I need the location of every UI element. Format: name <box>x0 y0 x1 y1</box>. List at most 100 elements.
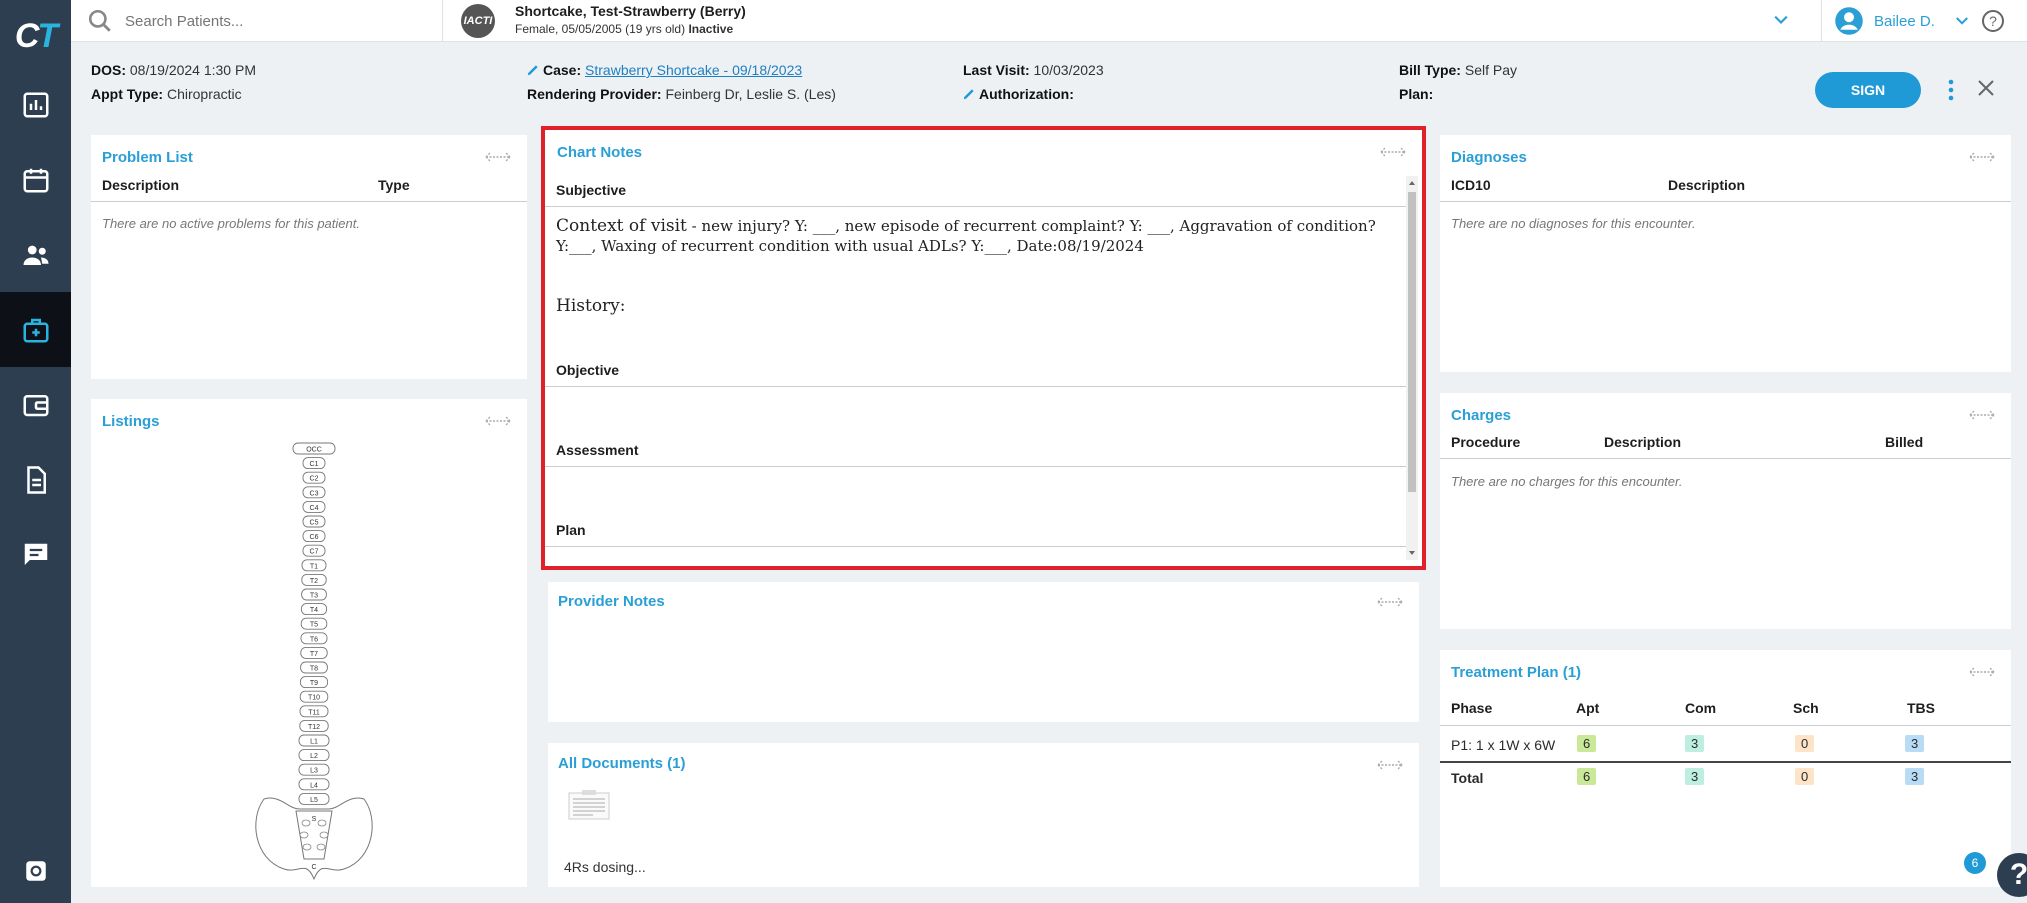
vertebra-label: C3 <box>310 490 319 497</box>
chart-notes-scrollbar[interactable] <box>1406 176 1418 560</box>
vertebra-t2[interactable]: T2 <box>301 573 327 586</box>
vertebra-l2[interactable]: L2 <box>298 749 330 762</box>
total-label: Total <box>1451 770 1484 786</box>
all-documents-panel: All Documents (1) 4Rs dosing... <box>548 743 1419 887</box>
vertebra-t10[interactable]: T10 <box>299 690 329 703</box>
col-billed[interactable]: Billed <box>1885 434 1923 450</box>
case-link[interactable]: Strawberry Shortcake - 09/18/2023 <box>585 62 802 78</box>
expand-icon[interactable] <box>1377 759 1403 771</box>
vertebra-c5[interactable]: C5 <box>302 515 326 528</box>
vertebra-t5[interactable]: T5 <box>300 617 328 630</box>
nav-billing[interactable] <box>0 367 71 442</box>
nav-encounter[interactable] <box>0 292 71 367</box>
context-label: Context of visit <box>556 216 687 236</box>
vertebra-t3[interactable]: T3 <box>301 588 327 601</box>
vertebra-l3[interactable]: L3 <box>298 763 330 776</box>
row-apt-badge: 6 <box>1577 735 1597 752</box>
scroll-up-icon[interactable] <box>1406 178 1418 188</box>
col-description[interactable]: Description <box>102 177 179 193</box>
vertebra-l4[interactable]: L4 <box>298 778 330 791</box>
more-vertical-icon[interactable] <box>1941 78 1961 102</box>
col-icd10[interactable]: ICD10 <box>1451 177 1491 193</box>
expand-icon[interactable] <box>1969 666 1995 678</box>
expand-icon[interactable] <box>485 151 511 163</box>
expand-icon[interactable] <box>1969 409 1995 421</box>
col-type[interactable]: Type <box>378 177 410 193</box>
vertebra-l1[interactable]: L1 <box>298 734 330 747</box>
vertebra-l5[interactable]: L5 <box>298 792 330 805</box>
vertebra-t12[interactable]: T12 <box>299 719 329 732</box>
sign-button[interactable]: SIGN <box>1815 72 1921 108</box>
patient-chevron-down-icon[interactable] <box>1771 10 1791 30</box>
vertebra-label: T4 <box>310 607 318 614</box>
calendar-icon <box>23 168 48 192</box>
nav-calendar[interactable] <box>0 142 71 217</box>
vertebra-c6[interactable]: C6 <box>302 530 326 543</box>
encounter-header: DOS: 08/19/2024 1:30 PM Appt Type: Chiro… <box>71 42 2027 118</box>
vertebra-t6[interactable]: T6 <box>300 632 328 645</box>
expand-icon[interactable] <box>1380 146 1406 158</box>
col-description[interactable]: Description <box>1604 434 1681 450</box>
vertebra-label: T2 <box>310 578 318 585</box>
search-input[interactable] <box>125 12 425 30</box>
listings-title: Listings <box>102 413 160 430</box>
vertebra-label: C7 <box>310 549 319 556</box>
patient-info: Female, 05/05/2005 (19 yrs old) Inactive <box>515 22 733 36</box>
document-thumbnail[interactable] <box>568 789 610 821</box>
help-bubble-button[interactable]: ? <box>1997 853 2027 897</box>
vertebra-label: OCC <box>306 447 322 454</box>
vertebra-label: T1 <box>310 563 318 570</box>
nav-dashboard[interactable] <box>0 67 71 142</box>
vertebra-label: T7 <box>310 651 318 658</box>
vertebra-t7[interactable]: T7 <box>300 646 328 659</box>
nav-settings[interactable] <box>0 838 71 903</box>
col-description[interactable]: Description <box>1668 177 1745 193</box>
edit-case-icon[interactable] <box>526 63 540 77</box>
help-notification-count: 6 <box>1964 852 1986 874</box>
vertebra-c3[interactable]: C3 <box>302 486 326 499</box>
table-row[interactable]: P1: 1 x 1W x 6W 6 3 0 3 <box>1440 734 2011 758</box>
col-com: Com <box>1685 700 1717 716</box>
vertebra-t1[interactable]: T1 <box>301 559 327 572</box>
vertebra-t9[interactable]: T9 <box>299 676 329 689</box>
patient-avatar[interactable]: IACTI <box>461 4 495 38</box>
medical-bag-icon <box>23 318 48 342</box>
vertebra-label: T5 <box>310 622 318 629</box>
problem-list-panel: Problem List Description Type There are … <box>91 135 527 379</box>
nav-messages[interactable] <box>0 517 71 592</box>
vertebra-t8[interactable]: T8 <box>300 661 328 674</box>
edit-authorization-icon[interactable] <box>962 87 976 101</box>
divider <box>91 201 527 202</box>
expand-icon[interactable] <box>1969 151 1995 163</box>
vertebra-t4[interactable]: T4 <box>300 603 328 616</box>
vertebra-c2[interactable]: C2 <box>302 471 326 484</box>
history-label[interactable]: History: <box>556 296 626 316</box>
chart-notes-body[interactable]: Subjective Context of visit - new injury… <box>545 180 1407 560</box>
expand-icon[interactable] <box>1377 596 1403 608</box>
chart-notes-title: Chart Notes <box>557 144 643 161</box>
spine-diagram[interactable]: OCC C1 C2 C3 C4 C5 C6 C7 T1 T2 T3 T4 T5 T6 T7 T8 T9 T10 T1… <box>244 439 384 889</box>
document-name[interactable]: 4Rs dosing... <box>564 859 646 875</box>
nav-documents[interactable] <box>0 442 71 517</box>
scrollbar-thumb[interactable] <box>1408 192 1416 492</box>
col-procedure[interactable]: Procedure <box>1451 434 1520 450</box>
nav-patients[interactable] <box>0 217 71 292</box>
charges-title: Charges <box>1451 407 1512 424</box>
vertebra-c1[interactable]: C1 <box>302 457 326 470</box>
app-logo[interactable]: CT <box>0 0 71 72</box>
divider <box>1440 201 2011 202</box>
vertebra-t11[interactable]: T11 <box>299 705 329 718</box>
patient-name[interactable]: Shortcake, Test-Strawberry (Berry) <box>515 3 746 19</box>
close-icon[interactable] <box>1976 78 1996 98</box>
user-menu[interactable]: Bailee D. <box>1821 0 1971 42</box>
vertebra-c7[interactable]: C7 <box>302 544 326 557</box>
col-apt: Apt <box>1576 700 1600 716</box>
logo-t: T <box>37 16 58 55</box>
scroll-down-icon[interactable] <box>1406 548 1418 558</box>
vertebra-occ[interactable]: OCC <box>292 442 336 455</box>
treatment-plan-title: Treatment Plan (1) <box>1451 664 1582 681</box>
help-icon[interactable]: ? <box>1981 9 2005 33</box>
vertebra-c4[interactable]: C4 <box>302 500 326 513</box>
context-of-visit[interactable]: Context of visit - new injury? Y: ___, n… <box>556 216 1376 256</box>
expand-icon[interactable] <box>485 415 511 427</box>
